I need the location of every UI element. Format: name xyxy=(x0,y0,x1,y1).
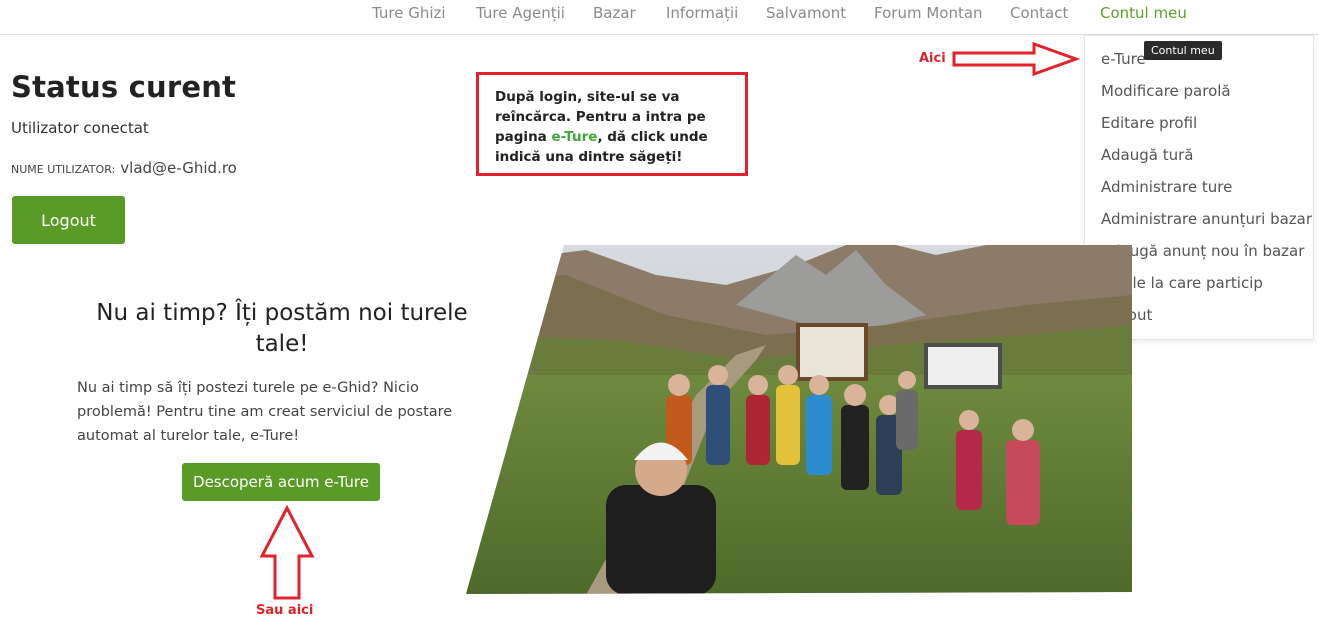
group-photo-image xyxy=(466,245,1132,594)
dropdown-item-e-ture[interactable]: e-Ture xyxy=(1101,50,1146,68)
promo-text: Nu ai timp să îți postezi turele pe e-Gh… xyxy=(77,380,453,444)
callout-text: După login, site-ul se va reîncărca. Pen… xyxy=(495,87,743,167)
promo-title: Nu ai timp? Îți postăm noi turele tale! xyxy=(96,300,468,357)
annotation-arrow-right-icon xyxy=(952,42,1080,76)
dropdown-item-modificare-parola[interactable]: Modificare parolă xyxy=(1101,82,1231,100)
status-title: Status curent xyxy=(11,70,237,104)
nav-item-ture-ghizi[interactable]: Ture Ghizi xyxy=(372,4,446,22)
nav-item-ture-agentii[interactable]: Ture Agenții xyxy=(476,4,565,22)
nav-item-contact[interactable]: Contact xyxy=(1010,4,1068,22)
dropdown-item-administrare-ture[interactable]: Administrare ture xyxy=(1101,178,1232,196)
annotation-label-sau-aici: Sau aici xyxy=(256,603,314,618)
instruction-callout: După login, site-ul se va reîncărca. Pen… xyxy=(476,72,748,176)
dropdown-item-adauga-tura[interactable]: Adaugă tură xyxy=(1101,146,1193,164)
username-line: NUME UTILIZATOR: vlad@e-Ghid.ro xyxy=(11,158,237,177)
annotation-label-aici: Aici xyxy=(919,51,946,66)
nav-item-informatii[interactable]: Informații xyxy=(666,4,738,22)
callout-link-e-ture: e-Ture xyxy=(551,129,598,145)
nav-item-forum-montan[interactable]: Forum Montan xyxy=(874,4,983,22)
nav-item-bazar[interactable]: Bazar xyxy=(593,4,636,22)
status-subtitle: Utilizator conectat xyxy=(11,119,149,137)
username-value: vlad@e-Ghid.ro xyxy=(120,159,237,177)
discover-e-ture-button[interactable]: Descoperă acum e-Ture xyxy=(182,463,380,501)
nav-item-salvamont[interactable]: Salvamont xyxy=(766,4,846,22)
logout-button[interactable]: Logout xyxy=(12,196,125,244)
top-navigation: Ture Ghizi Ture Agenții Bazar Informații… xyxy=(0,0,1319,35)
dropdown-item-administrare-anunturi[interactable]: Administrare anunțuri bazar xyxy=(1101,210,1312,228)
tooltip-contul-meu: Contul meu xyxy=(1144,41,1222,60)
dropdown-item-editare-profil[interactable]: Editare profil xyxy=(1101,114,1197,132)
nav-item-contul-meu[interactable]: Contul meu xyxy=(1100,4,1187,22)
username-label: NUME UTILIZATOR: xyxy=(11,163,116,176)
annotation-arrow-up-icon xyxy=(259,505,315,600)
